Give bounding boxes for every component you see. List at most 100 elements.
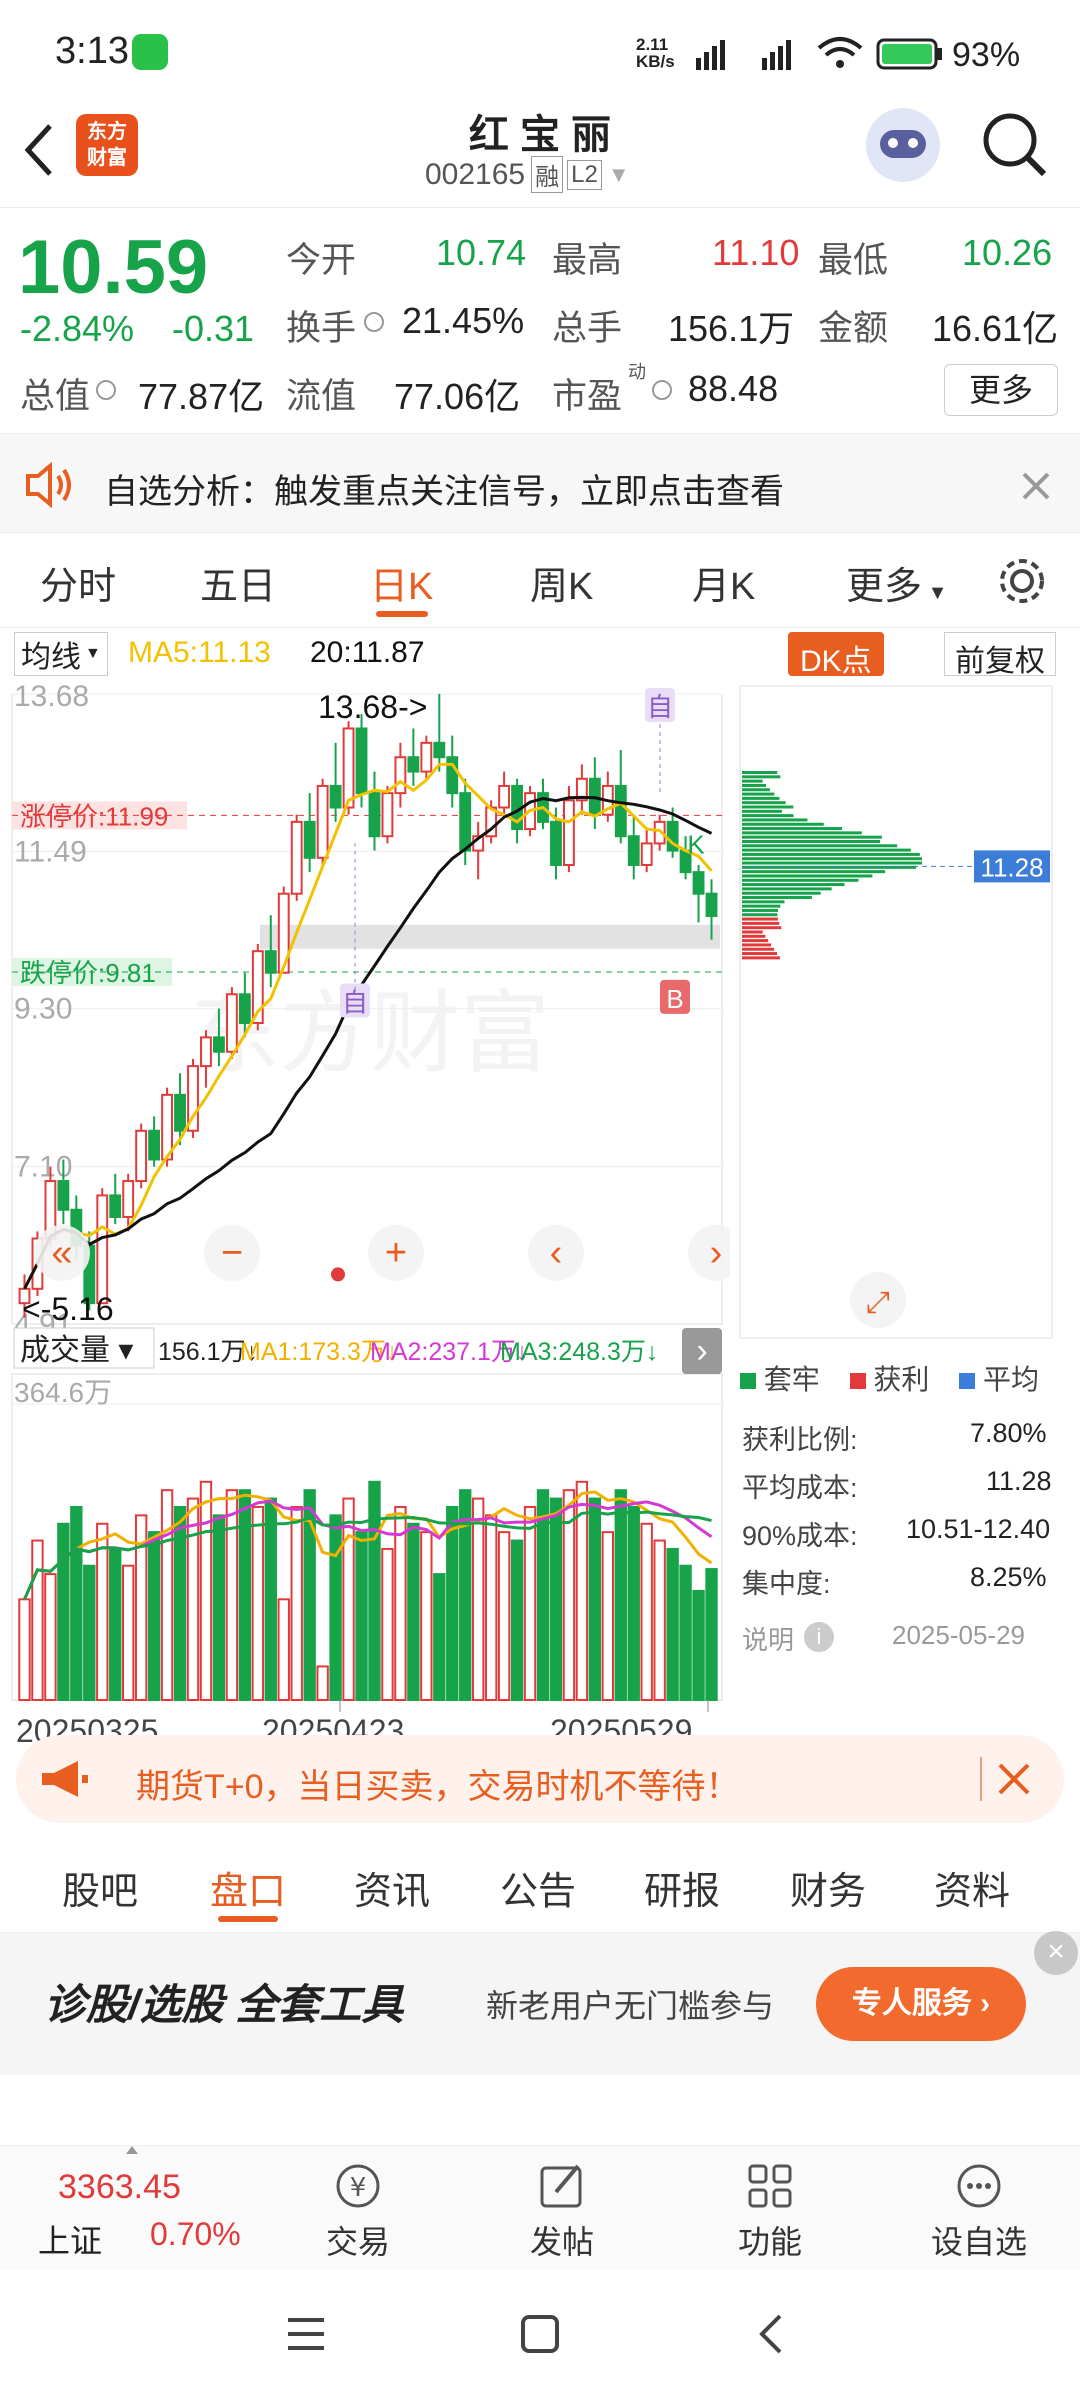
battery-level: 93% [952,36,1021,74]
tab-profile[interactable]: 资料 [934,1860,1010,1915]
chip-bar [742,904,781,908]
expand-icon[interactable]: ⤢ [866,1285,890,1320]
promo-ad[interactable]: 诊股/选股 全套工具 新老用户无门槛参与 专人服务 › × [0,1931,1080,2075]
volume-bar [523,1505,537,1702]
candle-body [316,784,329,859]
net-speed: 2.11 KB/s [636,35,675,71]
tab-weekly-k[interactable]: 周K [530,555,593,610]
stock-code-row: 002165 融 L2 ▼ [425,156,630,193]
volume-bar [588,1497,602,1702]
expand-caret-icon[interactable] [126,2146,138,2154]
back-arrow-icon[interactable] [20,120,60,180]
back-icon[interactable] [752,2312,792,2356]
tab-more[interactable]: 更多 ▼ [846,555,947,610]
last-price: 10.59 [18,225,209,310]
home-square-icon[interactable] [518,2312,562,2356]
index-value[interactable]: 3363.45 [58,2168,181,2207]
chip-bar [742,839,881,843]
chart-nav-button-label[interactable]: + [385,1232,407,1274]
volume-bar [329,1514,342,1702]
tab-announcements[interactable]: 公告 [500,1860,576,1915]
tab-daily-k[interactable]: 日K [370,555,433,610]
tab-pankou[interactable]: 盘口 [210,1860,286,1915]
volume-bar [199,1480,213,1702]
volume-bar [83,1564,96,1702]
chip-bar [742,822,824,826]
nav-trade[interactable]: ¥ 交易 [318,2160,398,2263]
candle-body [563,799,575,866]
float-label: 流值 [286,377,357,416]
info-icon[interactable]: i [804,1622,834,1652]
chip-distribution-svg: 11.28 ⤢ [739,685,1053,1339]
chart-nav-button-label[interactable]: « [51,1232,72,1274]
chart-nav-button-label[interactable]: − [221,1232,243,1274]
candle-body [446,756,459,795]
tab-news[interactable]: 资讯 [354,1860,430,1915]
settings-gear-icon[interactable] [996,555,1048,607]
volume-bar [70,1505,83,1702]
chip-bar [742,852,920,856]
ma5-value: MA5:11.13 [128,636,271,669]
chart-nav-button-label[interactable]: › [710,1232,723,1274]
volume-bar [653,1539,666,1702]
adjust-button[interactable]: 前复权 [944,632,1056,678]
chart-nav-button-label[interactable]: ‹ [550,1232,563,1274]
dropdown-icon[interactable]: ▼ [608,162,630,188]
candle-body [174,1093,186,1132]
dk-point-button[interactable]: DK点 [788,632,884,678]
close-icon[interactable]: × [1034,1931,1078,1975]
candle-body [368,792,381,838]
info-tabs: 股吧 盘口 资讯 公告 研报 财务 资料 [0,1838,1080,1933]
tab-monthly-k[interactable]: 月K [692,555,755,610]
candle-body [394,756,407,795]
limit-down-label: 跌停价:9.81 [20,958,156,988]
info-dots-icon[interactable] [96,380,116,400]
volume-bar [31,1539,44,1702]
nav-functions[interactable]: 功能 [730,2160,810,2263]
yen-exchange-icon: ¥ [336,2164,380,2208]
candle-body [200,1036,212,1068]
tab-guba[interactable]: 股吧 [62,1860,138,1915]
bottom-nav: 3363.45 上证 0.70% ¥ 交易 发帖 功能 设自选 [0,2145,1080,2270]
tab-finance[interactable]: 财务 [790,1860,866,1915]
robot-avatar-icon[interactable] [866,108,940,182]
tab-intraday[interactable]: 分时 [40,555,116,610]
nav-add-watchlist[interactable]: 设自选 [924,2160,1034,2263]
candle-body [550,820,562,866]
ad-cta-button[interactable]: 专人服务 › [816,1967,1026,2041]
tab-research[interactable]: 研报 [644,1860,720,1915]
menu-icon[interactable] [284,2314,328,2354]
support-band [260,924,720,949]
volume-bar [251,1505,264,1702]
status-bar: 3:13 2.11 KB/s 93% [0,0,1080,100]
banner-text: 期货T+0，当日买卖，交易时机不等待！ [136,1768,740,1806]
chip-bar [742,952,778,956]
close-icon[interactable] [1020,470,1052,502]
avg-cost-tag-label: 11.28 [980,852,1043,882]
close-icon[interactable] [996,1761,1032,1797]
futures-banner[interactable]: 期货T+0，当日买卖，交易时机不等待！ [16,1735,1064,1823]
chip-bar [742,771,778,775]
search-icon[interactable] [980,110,1050,180]
info-dots-icon[interactable] [364,312,384,332]
candle-body [264,950,277,974]
volume-max-label: 364.6万 [14,1377,112,1408]
turnover-value: 21.45% [402,300,525,341]
note-label[interactable]: 说明 [742,1620,794,1657]
chip-bar [742,874,873,878]
tab-five-day[interactable]: 五日 [200,555,276,610]
info-dots-icon[interactable] [652,380,672,400]
kline-svg: 东方财富涨停价:11.99跌停价:9.8113.6811.499.307.104… [11,684,730,1744]
candle-body [148,1129,161,1161]
ma-select[interactable]: 均线 ▼ [14,632,108,676]
chip-bar [742,883,845,887]
legend-profit: 获利 [873,1364,930,1395]
volume-bar [264,1497,277,1702]
current-dot [331,1267,345,1282]
candle-body [303,820,316,859]
candle-body [355,727,368,795]
more-button[interactable]: 更多 [944,364,1058,416]
notice-bar[interactable]: 自选分析：触发重点关注信号，立即点击查看 [0,433,1080,533]
nav-post[interactable]: 发帖 [522,2160,602,2263]
chip-bar [742,917,778,921]
